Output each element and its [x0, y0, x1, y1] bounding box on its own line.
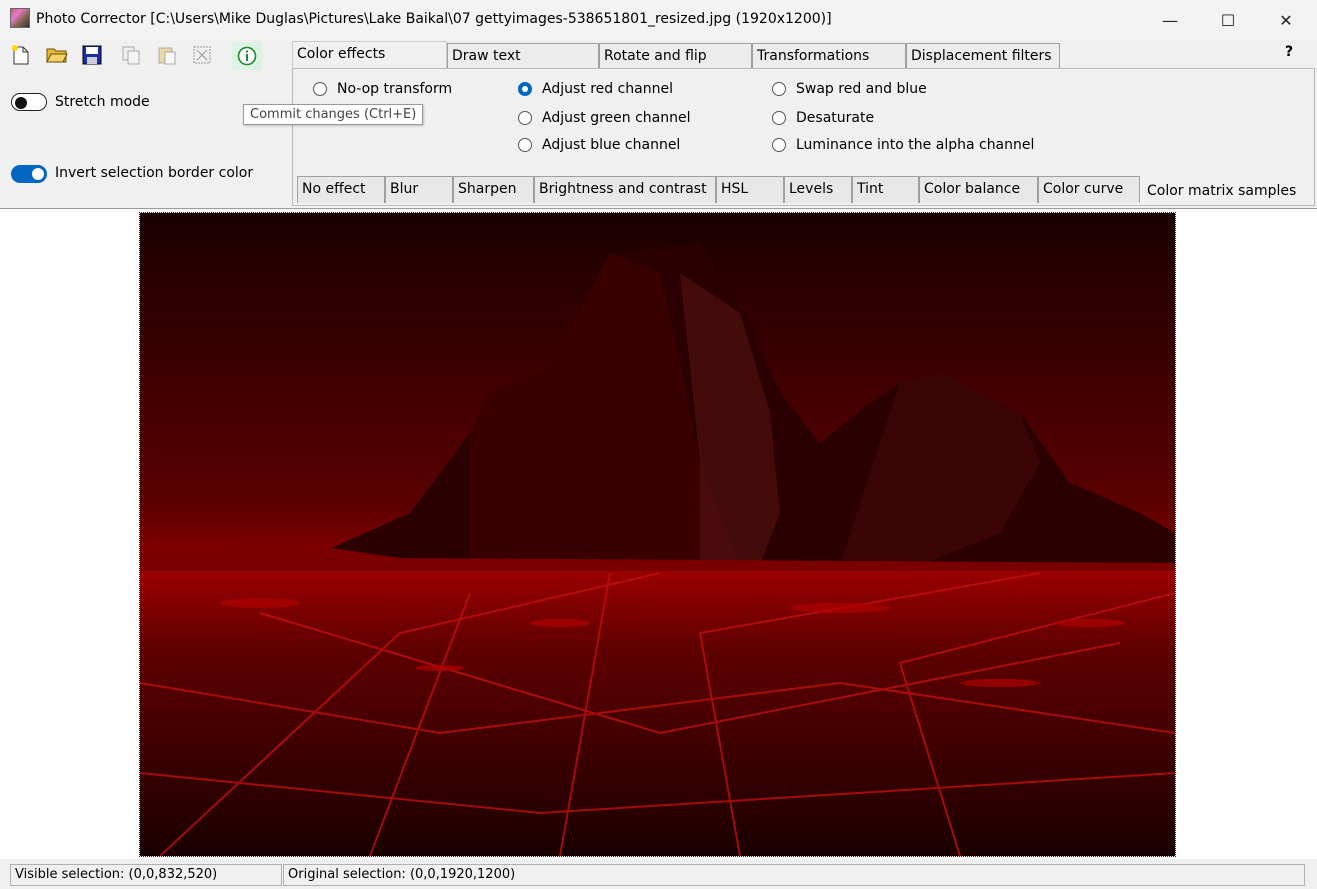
minimize-icon: —	[1162, 10, 1178, 30]
tab-displacement-filters[interactable]: Displacement filters	[906, 43, 1060, 68]
open-folder-icon[interactable]	[45, 43, 69, 67]
radio-no-op-transform[interactable]: No-op transform	[313, 81, 452, 97]
subtab-levels[interactable]: Levels	[784, 176, 852, 203]
visible-selection-status: Visible selection: (0,0,832,520)	[10, 864, 282, 886]
subtab-brightness-contrast[interactable]: Brightness and contrast	[534, 176, 716, 203]
subtab-hsl[interactable]: HSL	[716, 176, 784, 203]
tab-draw-text[interactable]: Draw text	[447, 43, 599, 68]
commit-tooltip: Commit changes (Ctrl+E)	[243, 104, 424, 125]
commit-info-icon[interactable]	[232, 42, 262, 70]
crop-icon[interactable]	[190, 43, 214, 67]
copy-icon[interactable]	[119, 43, 143, 67]
radio-swap-red-and-blue[interactable]: Swap red and blue	[772, 81, 927, 97]
tab-color-effects[interactable]: Color effects	[292, 41, 447, 69]
help-button[interactable]: ?	[1285, 44, 1293, 60]
radio-indicator	[313, 82, 327, 96]
radio-indicator	[518, 82, 532, 96]
toggle-knob	[15, 97, 27, 109]
close-icon: ✕	[1279, 10, 1293, 30]
subtab-color-matrix-samples[interactable]: Color matrix samples	[1142, 178, 1302, 205]
radio-adjust-blue-channel[interactable]: Adjust blue channel	[518, 137, 680, 153]
radio-indicator	[772, 138, 786, 152]
subtab-color-curve[interactable]: Color curve	[1038, 176, 1140, 203]
radio-indicator	[518, 111, 532, 125]
paste-icon[interactable]	[155, 43, 179, 67]
photo-preview[interactable]	[139, 212, 1176, 857]
maximize-icon: ☐	[1220, 10, 1236, 30]
tab-rotate-and-flip[interactable]: Rotate and flip	[599, 43, 752, 68]
red-channel-lake-photo	[140, 213, 1175, 856]
save-icon[interactable]	[80, 43, 104, 67]
invert-border-label: Invert selection border color	[55, 165, 254, 181]
new-file-icon[interactable]	[9, 43, 33, 67]
maximize-button[interactable]: ☐	[1199, 0, 1257, 40]
radio-indicator	[518, 138, 532, 152]
radio-label: Swap red and blue	[796, 81, 927, 97]
radio-indicator	[772, 111, 786, 125]
window-title: Photo Corrector [C:\Users\Mike Duglas\Pi…	[36, 11, 832, 27]
subtab-blur[interactable]: Blur	[385, 176, 453, 203]
radio-label: Adjust green channel	[542, 110, 691, 126]
close-button[interactable]: ✕	[1257, 0, 1315, 40]
subtab-color-balance[interactable]: Color balance	[919, 176, 1038, 203]
toggle-knob	[32, 168, 44, 180]
radio-label: Luminance into the alpha channel	[796, 137, 1035, 153]
original-selection-status: Original selection: (0,0,1920,1200)	[283, 864, 1305, 886]
radio-label: Adjust red channel	[542, 81, 674, 97]
radio-desaturate[interactable]: Desaturate	[772, 110, 874, 126]
radio-label: Desaturate	[796, 110, 875, 126]
minimize-button[interactable]: —	[1141, 0, 1199, 40]
radio-label: No-op transform	[337, 81, 453, 97]
radio-adjust-green-channel[interactable]: Adjust green channel	[518, 110, 691, 126]
invert-border-toggle[interactable]	[11, 165, 47, 183]
stretch-mode-label: Stretch mode	[55, 94, 150, 110]
subtab-tint[interactable]: Tint	[852, 176, 919, 203]
stretch-mode-toggle[interactable]	[11, 93, 47, 111]
photo-app-icon	[10, 8, 30, 28]
subtab-sharpen[interactable]: Sharpen	[453, 176, 534, 203]
radio-label: Adjust blue channel	[542, 137, 681, 153]
radio-adjust-red-channel[interactable]: Adjust red channel	[518, 81, 673, 97]
radio-luminance-into-alpha[interactable]: Luminance into the alpha channel	[772, 137, 1034, 153]
subtab-no-effect[interactable]: No effect	[297, 176, 385, 203]
tab-transformations[interactable]: Transformations	[752, 43, 906, 68]
radio-indicator	[772, 82, 786, 96]
